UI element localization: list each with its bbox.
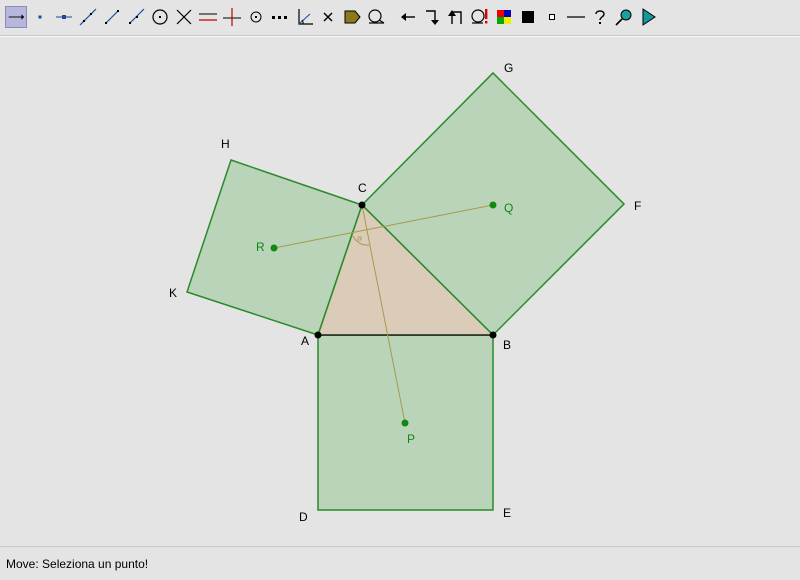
point-on-line-icon [56,15,72,19]
status-text: Move: Seleziona un punto! [6,556,149,571]
label-g: G [504,61,513,75]
label-a: A [301,334,309,348]
status-bar: Move: Seleziona un punto! [0,546,800,580]
point-icon [38,15,42,19]
parallel-tool-button[interactable] [197,6,219,28]
toolbar [0,0,800,36]
macro-tool-button[interactable] [365,6,387,28]
play-tool-button[interactable] [637,6,659,28]
angle-icon [298,9,313,25]
color-tool-button[interactable] [493,6,515,28]
geometry-app: A B C D E F G H K P Q R Move: Seleziona … [0,0,800,580]
point-r[interactable] [270,244,278,252]
angle-tool-button[interactable] [293,6,315,28]
redo-tool-button[interactable] [421,6,443,28]
segment-tool-button[interactable] [101,6,123,28]
filled-square-icon [522,11,534,23]
segment-icon [105,10,119,24]
intersection-tool-button[interactable] [173,6,195,28]
point-c[interactable] [358,201,366,209]
polygon-fill-tool-button[interactable] [341,6,363,28]
label-h: H [221,137,230,151]
label-c: C [358,181,367,195]
label-r: R [256,240,265,254]
macro-icon [368,9,385,24]
move-arrow-icon [8,14,25,20]
label-f: F [634,199,641,213]
perpendicular-tool-button[interactable] [221,6,243,28]
label-b: B [503,338,511,352]
label-d: D [299,510,308,524]
point-p[interactable] [401,419,409,427]
thickness-line-icon [567,16,585,18]
redo-icon [426,10,439,25]
alert-tool-button[interactable] [469,6,491,28]
polygon-fill-icon [344,10,361,24]
delete-icon [323,12,333,22]
undo-icon [401,13,415,21]
midpoint-tool-button[interactable] [245,6,267,28]
ray-tool-button[interactable] [125,6,147,28]
help-icon [595,10,605,24]
line-icon [79,8,97,26]
fill-style-tool-button[interactable] [517,6,539,28]
dotted-line-icon [272,16,287,19]
point-tool-button[interactable] [29,6,51,28]
undo-tool-button[interactable] [397,6,419,28]
move-tool-button[interactable] [5,6,27,28]
line-tool-button[interactable] [77,6,99,28]
alert-icon [471,9,488,24]
intersection-icon [176,9,192,25]
label-p: P [407,432,415,446]
play-icon [642,8,656,26]
zoom-tool-button[interactable] [613,6,635,28]
back-tool-button[interactable] [445,6,467,28]
delete-tool-button[interactable] [317,6,339,28]
dotted-line-tool-button[interactable] [269,6,291,28]
parallel-line-icon [199,13,217,21]
circle-tool-button[interactable] [149,6,171,28]
ray-icon [129,8,145,24]
small-square-icon [549,14,555,20]
line-style-tool-button[interactable] [565,6,587,28]
point-on-line-tool-button[interactable] [53,6,75,28]
midpoint-icon [250,11,262,23]
color-palette-icon [497,10,511,24]
label-q: Q [504,201,513,215]
label-e: E [503,506,511,520]
drawing-canvas[interactable]: A B C D E F G H K P Q R [0,36,800,546]
perpendicular-line-icon [223,8,241,26]
back-icon [448,10,462,24]
point-q[interactable] [489,201,497,209]
zoom-pin-icon [615,9,632,26]
point-b[interactable] [489,331,497,339]
construction-figure: A B C D E F G H K P Q R [169,61,641,524]
label-k: K [169,286,177,300]
point-a[interactable] [314,331,322,339]
help-tool-button[interactable] [589,6,611,28]
point-style-tool-button[interactable] [541,6,563,28]
circle-icon [152,9,168,25]
